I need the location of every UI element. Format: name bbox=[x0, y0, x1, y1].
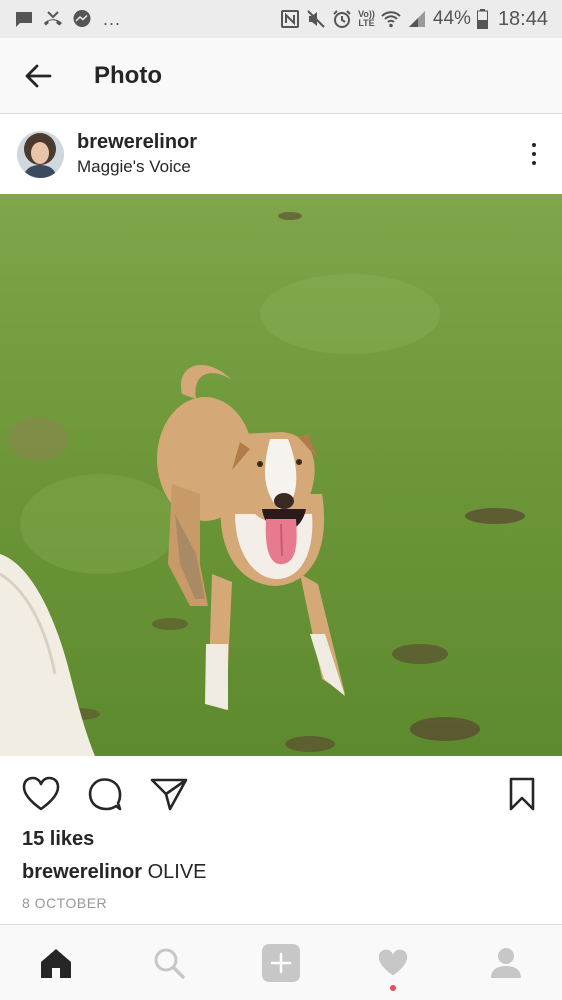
app-header: Photo bbox=[0, 38, 562, 114]
nav-profile[interactable] bbox=[476, 933, 536, 993]
post-actions bbox=[0, 766, 562, 822]
nav-activity[interactable] bbox=[363, 933, 423, 993]
mute-icon bbox=[307, 10, 325, 28]
message-icon bbox=[16, 12, 32, 27]
status-bar-system: Vo)) LTE 44% 18:44 bbox=[280, 8, 548, 31]
avatar-photo bbox=[17, 130, 64, 178]
nav-add-post[interactable] bbox=[251, 933, 311, 993]
search-icon bbox=[154, 948, 185, 979]
post-header: brewerelinor Maggie's Voice bbox=[0, 115, 562, 193]
activity-heart-icon bbox=[379, 949, 408, 975]
nav-search[interactable] bbox=[139, 933, 199, 993]
comment-button[interactable] bbox=[85, 774, 125, 814]
lte-label: LTE bbox=[358, 18, 375, 28]
page-title: Photo bbox=[94, 61, 162, 89]
like-button[interactable] bbox=[21, 774, 61, 814]
volte-icon: Vo)) LTE bbox=[358, 10, 375, 28]
status-bar-notifications: ... bbox=[14, 9, 121, 30]
post-username[interactable]: brewerelinor bbox=[77, 131, 197, 154]
post-caption: brewerelinor OLIVE bbox=[22, 861, 207, 884]
more-dot-icon bbox=[532, 161, 536, 165]
nfc-icon bbox=[281, 10, 300, 28]
clock: 18:44 bbox=[497, 7, 548, 30]
more-dot-icon bbox=[532, 143, 536, 147]
like-count[interactable]: 15 likes bbox=[22, 828, 94, 851]
send-icon bbox=[150, 778, 188, 811]
missed-call-icon bbox=[44, 11, 62, 26]
more-dot-icon bbox=[532, 152, 536, 156]
profile-icon bbox=[490, 947, 521, 978]
battery-percent: 44% bbox=[432, 8, 471, 29]
battery-icon bbox=[476, 9, 488, 29]
caption-username[interactable]: brewerelinor bbox=[22, 861, 142, 883]
nav-home[interactable] bbox=[26, 933, 86, 993]
status-bar: ... Vo)) LTE 44% 18:44 bbox=[0, 0, 562, 38]
alarm-icon bbox=[333, 10, 351, 28]
back-button[interactable] bbox=[0, 38, 76, 114]
signal-icon bbox=[408, 11, 425, 27]
wifi-icon bbox=[381, 11, 401, 28]
dog-in-field-photo bbox=[0, 194, 562, 756]
heart-icon bbox=[22, 776, 60, 811]
add-post-icon bbox=[261, 943, 300, 982]
bookmark-icon bbox=[509, 777, 535, 811]
comment-icon bbox=[88, 778, 122, 811]
share-button[interactable] bbox=[149, 774, 189, 814]
notification-dot bbox=[390, 984, 397, 991]
save-button[interactable] bbox=[502, 774, 542, 814]
avatar[interactable] bbox=[17, 130, 64, 178]
post-location[interactable]: Maggie's Voice bbox=[77, 157, 197, 177]
home-icon bbox=[41, 948, 72, 978]
post-date: 8 OCTOBER bbox=[22, 895, 108, 911]
back-arrow-icon bbox=[25, 64, 52, 87]
status-overflow: ... bbox=[103, 8, 122, 29]
caption-text: OLIVE bbox=[147, 861, 207, 883]
bottom-nav bbox=[0, 924, 562, 1000]
post-photo[interactable] bbox=[0, 194, 562, 756]
more-options-button[interactable] bbox=[506, 124, 562, 184]
messenger-icon bbox=[73, 10, 91, 27]
post-user-info: brewerelinor Maggie's Voice bbox=[77, 131, 197, 177]
